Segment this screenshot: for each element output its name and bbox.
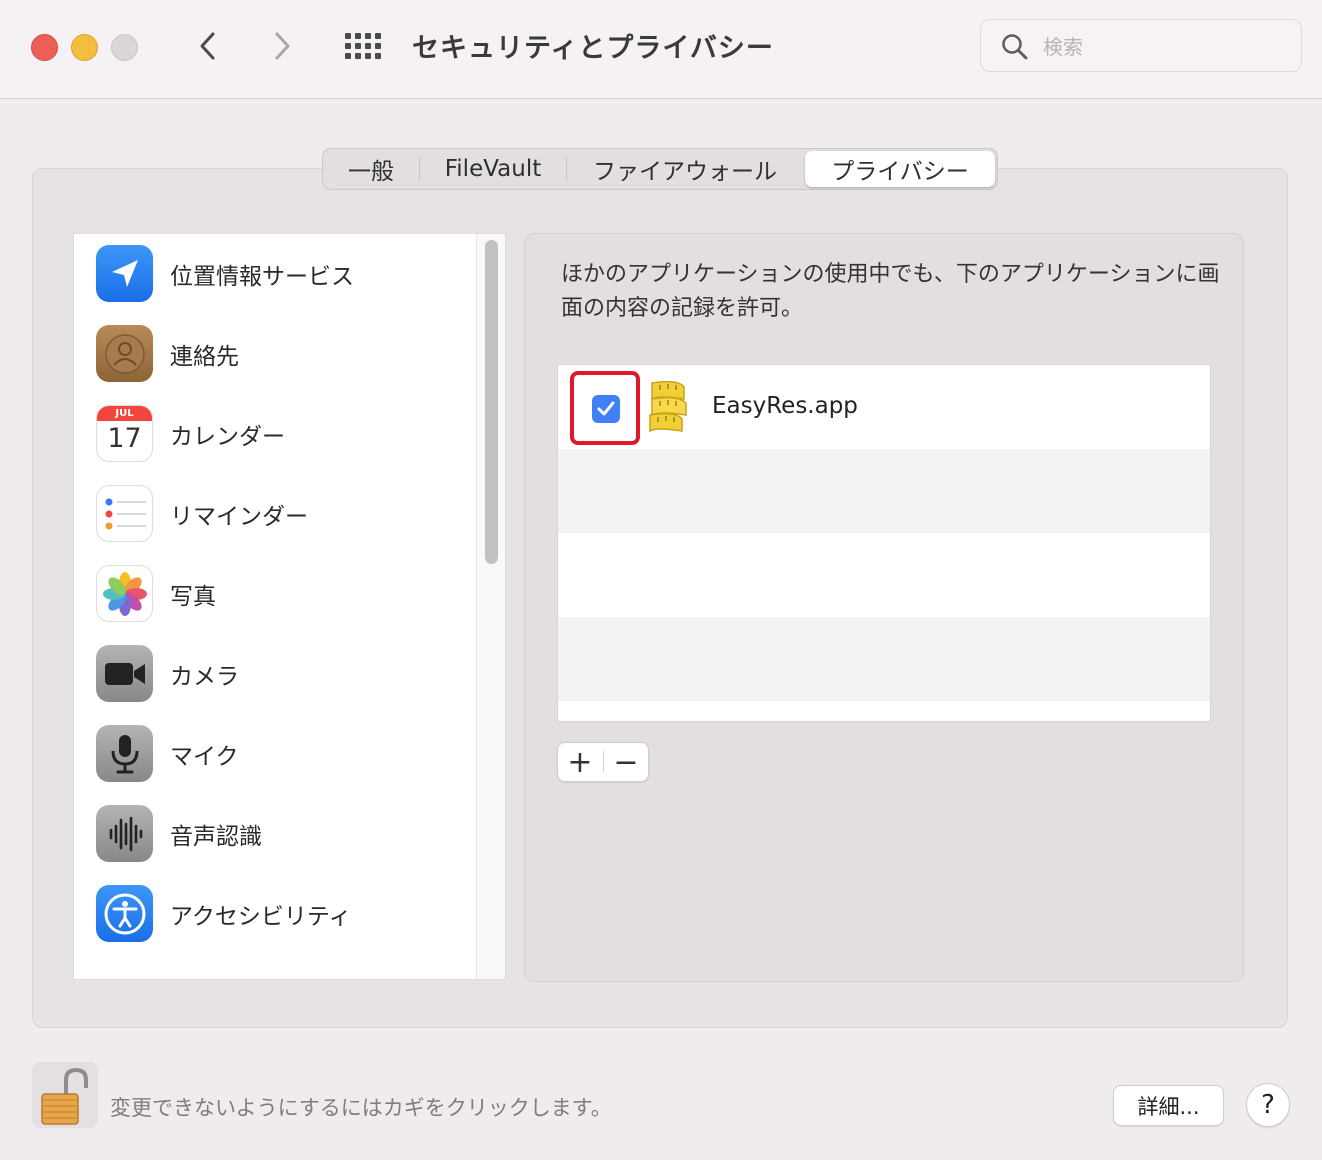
app-name: EasyRes.app [712, 393, 858, 419]
tab-privacy[interactable]: プライバシー [805, 151, 995, 187]
sidebar-item-speech-recognition[interactable]: 音声認識 [74, 794, 474, 874]
sidebar-item-label: カレンダー [170, 424, 285, 450]
location-arrow-icon [96, 245, 153, 302]
permission-description: ほかのアプリケーションの使用中でも、下のアプリケーションに画面の内容の記録を許可… [561, 262, 1220, 321]
back-button[interactable] [192, 28, 222, 64]
microphone-icon [96, 725, 153, 782]
speech-recognition-icon [96, 805, 153, 862]
sidebar-item-reminders[interactable]: リマインダー [74, 474, 474, 554]
advanced-button[interactable]: 詳細... [1113, 1085, 1224, 1126]
unlocked-padlock-icon [41, 1067, 88, 1125]
sidebar-item-microphone[interactable]: マイク [74, 714, 474, 794]
grid-icon [345, 33, 381, 59]
app-permission-checkbox[interactable] [592, 395, 620, 423]
sidebar-item-camera[interactable]: カメラ [74, 634, 474, 714]
app-row[interactable]: EasyRes.app [558, 365, 1210, 449]
tab-bar: 一般 FileVault ファイアウォール プライバシー [322, 148, 998, 190]
sidebar-item-contacts[interactable]: 連絡先 [74, 314, 474, 394]
window-title: セキュリティとプライバシー [412, 33, 774, 64]
reminders-icon [96, 485, 153, 542]
sidebar-item-photos[interactable]: 写真 [74, 554, 474, 634]
contacts-icon [96, 325, 153, 382]
sidebar-item-label: 音声認識 [170, 824, 262, 850]
sidebar-item-label: 連絡先 [170, 344, 239, 370]
scrollbar-thumb[interactable] [485, 240, 498, 564]
empty-row [558, 533, 1210, 617]
sidebar-item-accessibility[interactable]: アクセシビリティ [74, 874, 474, 954]
empty-row [558, 449, 1210, 533]
lock-button[interactable] [32, 1062, 98, 1128]
sidebar-item-label: リマインダー [170, 504, 308, 530]
search-icon [1002, 34, 1028, 60]
add-app-button[interactable]: + [558, 743, 602, 781]
photos-icon [96, 565, 153, 622]
search-field[interactable] [980, 19, 1302, 72]
list-scrollbar[interactable] [476, 234, 505, 979]
accessibility-icon [96, 885, 153, 942]
add-remove-control: + − [557, 742, 649, 782]
minimize-window-button[interactable] [71, 34, 98, 61]
tab-filevault[interactable]: FileVault [420, 151, 566, 187]
easyres-tape-measure-icon [649, 380, 687, 433]
checkmark-icon [597, 401, 615, 416]
show-all-button[interactable] [343, 28, 383, 64]
empty-row [558, 617, 1210, 701]
calendar-icon: JUL 17 [96, 405, 153, 462]
remove-app-button[interactable]: − [604, 743, 648, 781]
camera-icon [96, 645, 153, 702]
sidebar-item-label: カメラ [170, 664, 239, 690]
sidebar-item-label: 位置情報サービス [170, 264, 354, 290]
lock-hint-text: 変更できないようにするにはカギをクリックします。 [110, 1096, 612, 1120]
sidebar-item-label: アクセシビリティ [170, 904, 352, 930]
sidebar-item-location-services[interactable]: 位置情報サービス [74, 234, 474, 314]
allowed-apps-list[interactable]: EasyRes.app [557, 364, 1211, 722]
help-button[interactable]: ? [1246, 1083, 1290, 1127]
detail-pane: ほかのアプリケーションの使用中でも、下のアプリケーションに画面の内容の記録を許可… [524, 233, 1244, 982]
close-window-button[interactable] [31, 34, 58, 61]
sidebar-item-calendar[interactable]: JUL 17 カレンダー [74, 394, 474, 474]
sidebar-item-label: マイク [170, 744, 239, 770]
title-bar: セキュリティとプライバシー [0, 0, 1322, 99]
tab-firewall[interactable]: ファイアウォール [567, 151, 803, 187]
forward-button[interactable] [268, 28, 298, 64]
search-input[interactable] [1041, 30, 1285, 64]
zoom-window-button[interactable] [111, 34, 138, 61]
privacy-category-list[interactable]: 位置情報サービス 連絡先 JUL 17 カレンダー リマインダー 写真 カメラ … [73, 233, 506, 980]
chevron-right-icon [275, 32, 290, 60]
sidebar-item-label: 写真 [170, 584, 216, 610]
chevron-left-icon [200, 32, 215, 60]
tab-general[interactable]: 一般 [323, 151, 419, 187]
